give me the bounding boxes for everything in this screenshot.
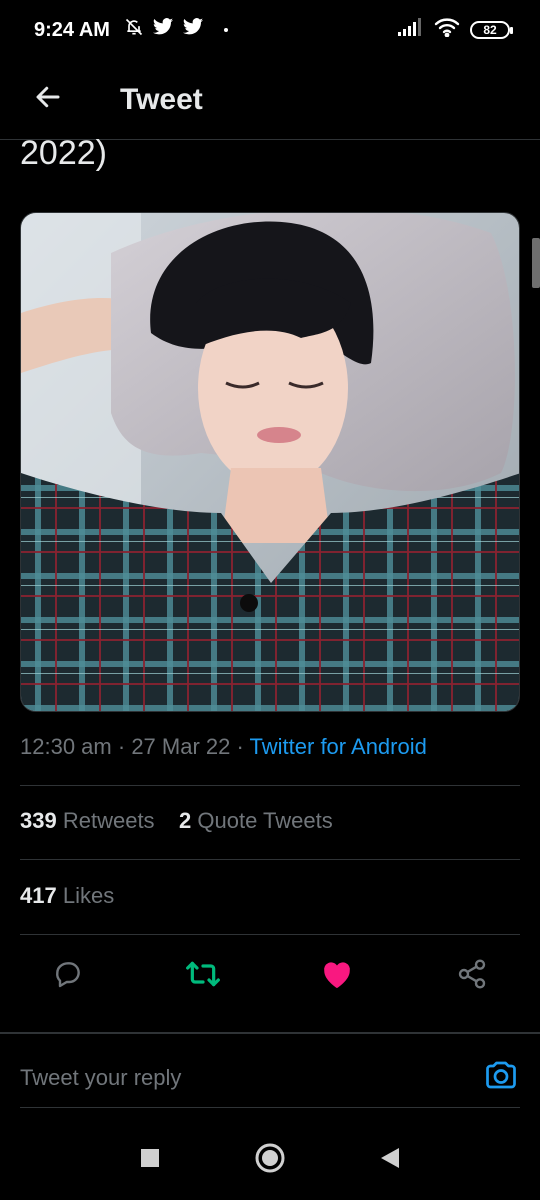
home-circle-icon: [254, 1142, 286, 1179]
camera-button[interactable]: [482, 1059, 520, 1097]
twitter-notification-icon: [182, 17, 204, 43]
wifi-icon: [434, 17, 460, 43]
divider: [0, 1032, 540, 1034]
tweet-detail-screen: 9:24 AM 82 Tweet 2022) 12:30 am · 27 Mar…: [0, 0, 540, 1200]
tweet-source-link[interactable]: Twitter for Android: [250, 734, 427, 759]
likes-stat[interactable]: 417 Likes: [20, 883, 114, 909]
signal-icon: [398, 18, 424, 42]
tweet-actions: [0, 940, 540, 1012]
share-icon: [456, 958, 488, 995]
like-button[interactable]: [319, 958, 355, 994]
twitter-notification-icon: [152, 17, 174, 43]
tweet-photo: [21, 213, 519, 711]
tweet-text: 2022): [20, 134, 107, 172]
bell-muted-icon: [124, 17, 144, 43]
retweet-icon: [185, 958, 221, 995]
tweet-date: 27 Mar 22: [131, 734, 231, 759]
arrow-left-icon: [33, 82, 63, 117]
recents-button[interactable]: [130, 1140, 170, 1180]
battery-icon: 82: [470, 21, 513, 39]
status-time: 9:24 AM: [34, 18, 110, 41]
system-nav-bar: [0, 1120, 540, 1200]
home-button[interactable]: [250, 1140, 290, 1180]
quote-tweets-stat[interactable]: 2 Quote Tweets: [179, 808, 333, 833]
retweet-quote-stats: 339 Retweets 2 Quote Tweets: [20, 808, 333, 834]
triangle-back-icon: [380, 1147, 400, 1174]
back-nav-button[interactable]: [370, 1140, 410, 1180]
share-button[interactable]: [454, 958, 490, 994]
back-button[interactable]: [18, 70, 78, 130]
divider: [20, 934, 520, 935]
tweet-timestamp: 12:30 am · 27 Mar 22 · Twitter for Andro…: [20, 734, 427, 759]
retweets-stat[interactable]: 339 Retweets: [20, 808, 155, 833]
tweet-image[interactable]: [20, 212, 520, 712]
notification-dot-icon: [223, 28, 228, 32]
camera-icon: [483, 1057, 519, 1098]
status-bar: 9:24 AM 82: [0, 0, 540, 60]
tweet-time: 12:30 am: [20, 734, 112, 759]
reply-button[interactable]: [50, 958, 86, 994]
heart-icon: [320, 958, 354, 995]
retweet-button[interactable]: [185, 958, 221, 994]
square-icon: [140, 1148, 160, 1173]
divider: [20, 859, 520, 860]
scrollbar-thumb[interactable]: [532, 238, 540, 288]
page-title: Tweet: [120, 82, 203, 116]
reply-bar: Tweet your reply: [20, 1048, 520, 1108]
top-app-bar: Tweet: [0, 60, 540, 140]
reply-icon: [52, 958, 84, 995]
divider: [20, 785, 520, 786]
reply-input[interactable]: Tweet your reply: [20, 1065, 181, 1091]
